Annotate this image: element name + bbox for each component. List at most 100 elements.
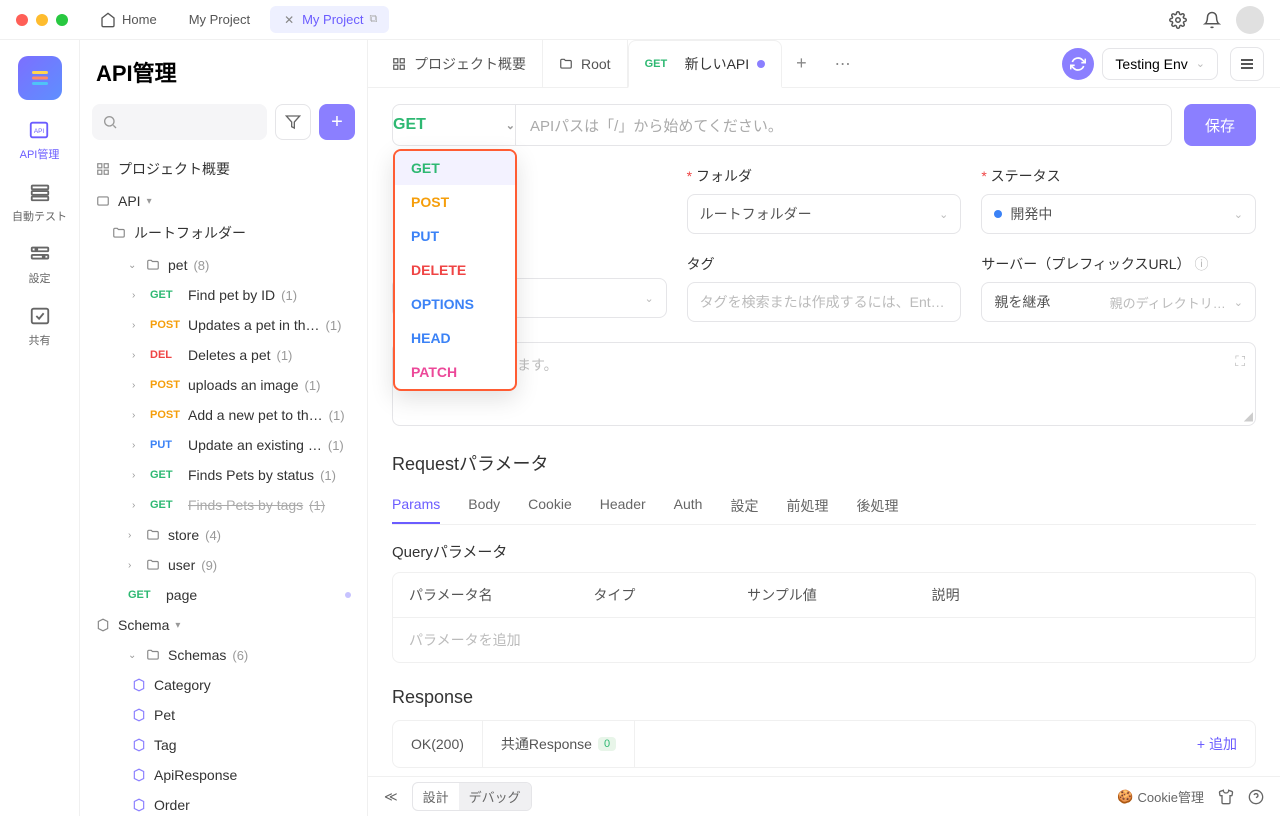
titlebar-tab-project-1[interactable]: My Project <box>177 6 262 33</box>
method-option-options[interactable]: OPTIONS <box>395 287 515 321</box>
param-tab[interactable]: Auth <box>674 488 703 524</box>
method-option-delete[interactable]: DELETE <box>395 253 515 287</box>
server-select[interactable]: 親を継承 親のディレクトリ… ⌄ <box>981 282 1256 322</box>
close-icon[interactable]: ✕ <box>282 13 296 27</box>
refresh-button[interactable] <box>1062 48 1094 80</box>
menu-button[interactable] <box>1230 47 1264 81</box>
search-input[interactable] <box>92 104 267 140</box>
unsaved-indicator <box>345 592 351 598</box>
main-tab-new-api[interactable]: GET 新しいAPI <box>628 40 783 88</box>
sidebar-endpoint[interactable]: › GET Finds Pets by tags (1) <box>92 490 355 520</box>
method-select[interactable]: GET ⌄ GETPOSTPUTDELETEOPTIONSHEADPATCH <box>392 104 516 146</box>
menu-icon <box>1239 56 1255 72</box>
filter-button[interactable] <box>275 104 311 140</box>
bell-icon[interactable] <box>1202 10 1222 30</box>
tag-input[interactable]: タグを検索または作成するには、Ent… <box>687 282 962 322</box>
help-icon[interactable] <box>1248 789 1264 805</box>
sidebar-root-folder[interactable]: ルートフォルダー <box>92 216 355 250</box>
param-add-row[interactable]: パラメータを追加 <box>393 618 1255 662</box>
response-tab-ok[interactable]: OK(200) <box>393 721 483 767</box>
sidebar-endpoint-page[interactable]: GET page <box>92 580 355 610</box>
param-tab[interactable]: Body <box>468 488 500 524</box>
schema-name: Category <box>154 677 211 693</box>
cookie-manager-button[interactable]: 🍪 Cookie管理 <box>1117 787 1204 806</box>
shirt-icon[interactable] <box>1218 789 1234 805</box>
description-textarea[interactable]: マットが使用できます。 ⛶ ◢ <box>392 342 1256 426</box>
sidebar-schema-item[interactable]: Pet <box>92 700 355 730</box>
titlebar-tab-project-2[interactable]: ✕ My Project ⧉ <box>270 6 389 33</box>
resize-handle[interactable]: ◢ <box>1244 409 1253 423</box>
collapse-icon[interactable]: ≪ <box>384 789 398 805</box>
main-tab-overview[interactable]: プロジェクト概要 <box>376 40 543 88</box>
maximize-window[interactable] <box>56 14 68 26</box>
response-add-button[interactable]: + 追加 <box>1179 734 1255 754</box>
sidebar-api-section[interactable]: API ▾ <box>92 186 355 216</box>
param-tab[interactable]: Cookie <box>528 488 572 524</box>
method-option-get[interactable]: GET <box>395 151 515 185</box>
tree-label: user <box>168 557 195 573</box>
param-tab[interactable]: Params <box>392 488 440 524</box>
sidebar-endpoint[interactable]: › POST Add a new pet to th… (1) <box>92 400 355 430</box>
schema-icon <box>96 618 112 632</box>
save-button[interactable]: 保存 <box>1184 104 1256 146</box>
method-tag: GET <box>645 58 677 70</box>
sidebar-endpoint[interactable]: › PUT Update an existing … (1) <box>92 430 355 460</box>
sidebar-folder-pet[interactable]: ⌄ pet (8) <box>92 250 355 280</box>
settings-icon[interactable] <box>1168 10 1188 30</box>
rail-api-management[interactable]: API API管理 <box>20 118 60 162</box>
sidebar-schema-item[interactable]: ApiResponse <box>92 760 355 790</box>
avatar[interactable] <box>1236 6 1264 34</box>
minimize-window[interactable] <box>36 14 48 26</box>
sidebar-schema-section[interactable]: Schema ▾ <box>92 610 355 640</box>
method-option-put[interactable]: PUT <box>395 219 515 253</box>
rail-settings[interactable]: 設定 <box>28 242 52 286</box>
footer: ≪ 設計 デバッグ 🍪 Cookie管理 <box>368 776 1280 816</box>
main-tab-root[interactable]: Root <box>543 40 628 88</box>
footer-tab-design[interactable]: 設計 <box>413 783 459 810</box>
status-select[interactable]: 開発中 ⌄ <box>981 194 1256 234</box>
environment-selector[interactable]: Testing Env ⌄ <box>1102 48 1218 80</box>
param-tab[interactable]: 後処理 <box>856 488 898 524</box>
path-input[interactable]: APIパスは「/」から始めてください。 <box>516 104 1172 146</box>
app-logo[interactable] <box>18 56 62 100</box>
sidebar-endpoint[interactable]: › GET Find pet by ID (1) <box>92 280 355 310</box>
method-tag: GET <box>150 469 182 481</box>
folder-icon <box>146 648 162 662</box>
add-tab-button[interactable]: + <box>782 53 821 74</box>
sidebar-endpoint[interactable]: › POST uploads an image (1) <box>92 370 355 400</box>
tab-label: My Project <box>302 12 363 27</box>
sidebar-folder-schemas[interactable]: ⌄ Schemas (6) <box>92 640 355 670</box>
add-button[interactable]: + <box>319 104 355 140</box>
chevron-right-icon: › <box>132 410 144 421</box>
param-tab[interactable]: 設定 <box>730 488 758 524</box>
param-tab[interactable]: Header <box>600 488 646 524</box>
close-window[interactable] <box>16 14 28 26</box>
sidebar-schema-item[interactable]: Order <box>92 790 355 816</box>
tree-label: Schemas <box>168 647 226 663</box>
method-option-head[interactable]: HEAD <box>395 321 515 355</box>
tree-label: プロジェクト概要 <box>118 159 230 179</box>
tree-label: API <box>118 193 141 209</box>
sidebar-schema-item[interactable]: Category <box>92 670 355 700</box>
method-option-patch[interactable]: PATCH <box>395 355 515 389</box>
more-tabs-button[interactable]: ⋯ <box>821 54 865 74</box>
footer-tab-debug[interactable]: デバッグ <box>459 783 531 810</box>
sidebar-endpoint[interactable]: › DEL Deletes a pet (1) <box>92 340 355 370</box>
sidebar-endpoint[interactable]: › GET Finds Pets by status (1) <box>92 460 355 490</box>
response-tab-common[interactable]: 共通Response 0 <box>483 721 635 767</box>
folder-select[interactable]: ルートフォルダー ⌄ <box>687 194 962 234</box>
sidebar-folder-user[interactable]: › user (9) <box>92 550 355 580</box>
expand-icon[interactable]: ⛶ <box>1235 353 1245 370</box>
tab-label: 新しいAPI <box>685 54 750 74</box>
sidebar-project-overview[interactable]: プロジェクト概要 <box>92 152 355 186</box>
param-tab[interactable]: 前処理 <box>786 488 828 524</box>
sidebar-endpoint[interactable]: › POST Updates a pet in th… (1) <box>92 310 355 340</box>
titlebar-tab-home[interactable]: Home <box>88 6 169 34</box>
method-option-post[interactable]: POST <box>395 185 515 219</box>
tree-count: (1) <box>326 318 342 333</box>
rail-auto-test[interactable]: 自動テスト <box>12 180 67 224</box>
rail-share[interactable]: 共有 <box>28 304 52 348</box>
help-icon[interactable]: ⓘ <box>1195 256 1209 272</box>
sidebar-schema-item[interactable]: Tag <box>92 730 355 760</box>
sidebar-folder-store[interactable]: › store (4) <box>92 520 355 550</box>
